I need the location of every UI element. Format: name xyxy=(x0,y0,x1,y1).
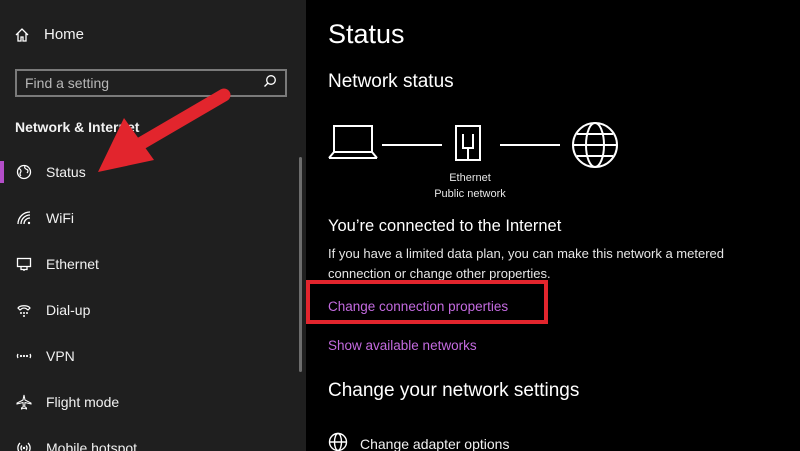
vpn-icon xyxy=(14,346,34,366)
dial-up-icon xyxy=(14,300,34,320)
settings-window: Home Network & Internet Status xyxy=(0,0,800,451)
airplane-icon xyxy=(14,392,34,412)
sidebar-item-label: Flight mode xyxy=(46,394,120,410)
sidebar-item-label: Ethernet xyxy=(46,256,99,272)
network-diagram xyxy=(328,122,618,168)
connected-heading: You’re connected to the Internet xyxy=(328,217,562,235)
change-settings-heading: Change your network settings xyxy=(328,380,580,401)
search-input[interactable] xyxy=(25,75,263,91)
sidebar-item-label: Status xyxy=(46,164,86,180)
network-type: Public network xyxy=(434,188,506,200)
home-label: Home xyxy=(44,26,85,43)
adapter-options-label: Change adapter options xyxy=(360,435,510,451)
adapter-name: Ethernet xyxy=(449,172,491,184)
ethernet-adapter-label: Ethernet Public network xyxy=(420,170,520,202)
network-status-heading: Network status xyxy=(328,71,454,92)
search-icon[interactable] xyxy=(263,74,277,93)
globe-status-icon xyxy=(14,162,34,182)
wifi-icon xyxy=(14,208,34,228)
sidebar-item-status[interactable]: Status xyxy=(0,155,290,189)
sidebar-item-vpn[interactable]: VPN xyxy=(0,339,290,373)
change-adapter-options-item[interactable]: Change adapter options xyxy=(328,432,509,451)
main-content: Status Network status Ethernet Public ne… xyxy=(306,0,800,451)
adapter-globe-icon xyxy=(328,432,348,451)
section-title: Network & Internet xyxy=(15,119,140,135)
sidebar-item-label: WiFi xyxy=(46,210,74,226)
search-box[interactable] xyxy=(15,69,287,97)
sidebar-item-dial-up[interactable]: Dial-up xyxy=(0,293,290,327)
home-icon xyxy=(14,27,30,43)
page-title: Status xyxy=(328,19,405,49)
ethernet-icon xyxy=(14,254,34,274)
sidebar-item-label: VPN xyxy=(46,348,75,364)
laptop-icon xyxy=(328,125,378,159)
show-available-networks-link[interactable]: Show available networks xyxy=(328,338,477,353)
ethernet-port-icon xyxy=(455,125,481,161)
globe-icon xyxy=(572,122,618,168)
sidebar-item-ethernet[interactable]: Ethernet xyxy=(0,247,290,281)
annotation-highlight-box xyxy=(306,280,548,324)
sidebar-item-label: Mobile hotspot xyxy=(46,440,138,451)
sidebar: Home Network & Internet Status xyxy=(0,0,306,451)
sidebar-scrollbar[interactable] xyxy=(299,157,302,372)
connection-description: If you have a limited data plan, you can… xyxy=(328,246,724,281)
home-nav-item[interactable]: Home xyxy=(14,26,84,43)
sidebar-item-label: Dial-up xyxy=(46,302,91,318)
sidebar-item-wifi[interactable]: WiFi xyxy=(0,201,290,235)
hotspot-icon xyxy=(14,438,34,451)
sidebar-item-mobile-hotspot[interactable]: Mobile hotspot xyxy=(0,431,290,451)
sidebar-item-flight-mode[interactable]: Flight mode xyxy=(0,385,290,419)
